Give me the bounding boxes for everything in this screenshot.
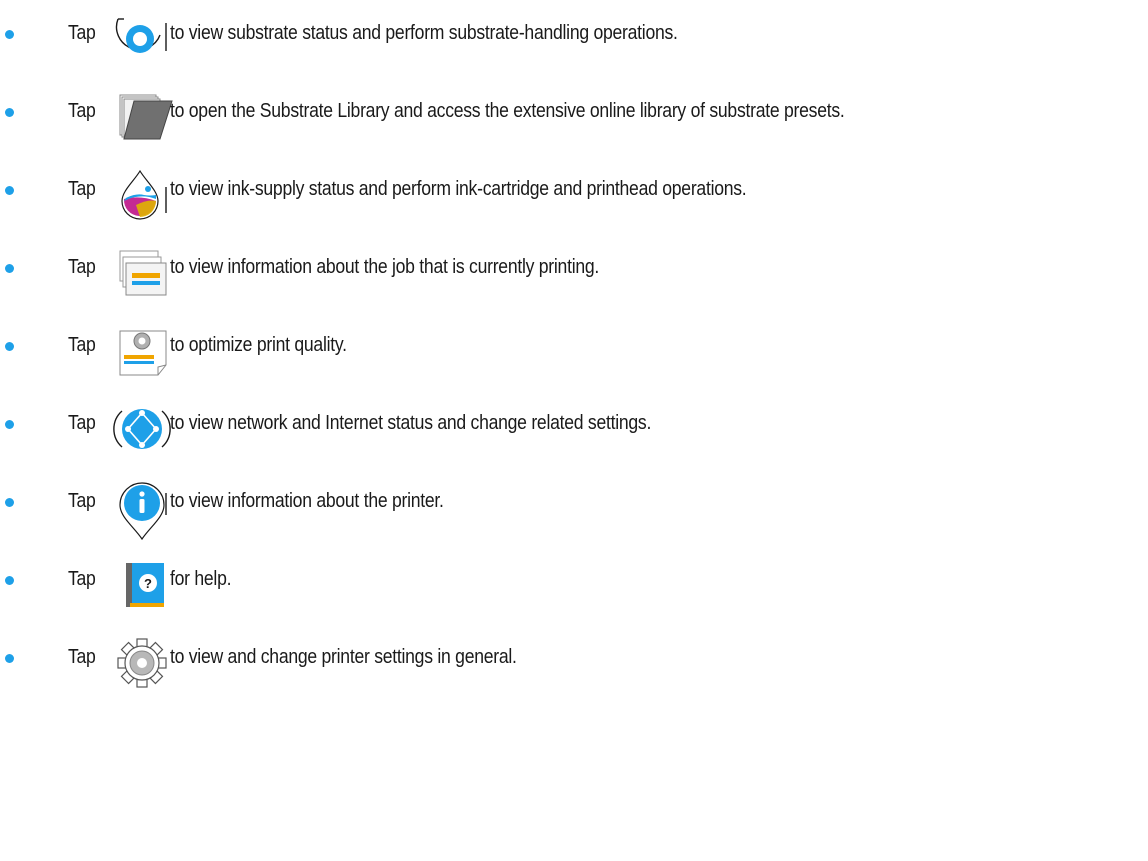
network-globe-icon bbox=[110, 403, 174, 455]
info-icon bbox=[110, 481, 174, 541]
print-quality-icon bbox=[110, 325, 174, 377]
tap-label: Tap bbox=[68, 334, 96, 356]
bullet bbox=[5, 30, 14, 39]
tap-label: Tap bbox=[68, 568, 96, 590]
substrate-roll-icon bbox=[110, 13, 174, 65]
item-description: to view substrate status and perform sub… bbox=[170, 22, 678, 44]
tap-label: Tap bbox=[68, 412, 96, 434]
bullet bbox=[5, 186, 14, 195]
list-item: Tap to view substrate status and perform… bbox=[0, 0, 1148, 70]
item-description: to view network and Internet status and … bbox=[170, 412, 652, 434]
list-item: Tap to view ink-supply status and perfor… bbox=[0, 156, 1148, 226]
item-description: to view and change printer settings in g… bbox=[170, 646, 517, 668]
item-description: to open the Substrate Library and access… bbox=[170, 100, 845, 122]
list-item: Tap to view network and Internet status … bbox=[0, 390, 1148, 460]
list-item: Tap ? for help. bbox=[0, 546, 1148, 616]
tap-label: Tap bbox=[68, 490, 96, 512]
item-description: to view ink-supply status and perform in… bbox=[170, 178, 747, 200]
item-description: to view information about the job that i… bbox=[170, 256, 600, 278]
tap-label: Tap bbox=[68, 256, 96, 278]
item-description: to view information about the printer. bbox=[170, 490, 444, 512]
settings-gear-icon bbox=[110, 637, 174, 689]
tap-label: Tap bbox=[68, 646, 96, 668]
list-item: Tap to optimize print quality. bbox=[0, 312, 1148, 382]
substrate-library-folder-icon bbox=[110, 91, 174, 143]
bullet bbox=[5, 576, 14, 585]
bullet bbox=[5, 264, 14, 273]
tap-label: Tap bbox=[68, 22, 96, 44]
bullet bbox=[5, 342, 14, 351]
tap-label: Tap bbox=[68, 100, 96, 122]
bullet bbox=[5, 498, 14, 507]
bullet bbox=[5, 108, 14, 117]
svg-text:?: ? bbox=[144, 576, 152, 591]
ink-drop-icon bbox=[110, 169, 174, 221]
list-item: Tap to view and change printer settings … bbox=[0, 624, 1148, 694]
tap-label: Tap bbox=[68, 178, 96, 200]
help-book-icon: ? bbox=[110, 559, 174, 611]
item-description: to optimize print quality. bbox=[170, 334, 347, 356]
bullet bbox=[5, 420, 14, 429]
bullet bbox=[5, 654, 14, 663]
item-description: for help. bbox=[170, 568, 232, 590]
list-item: Tap to view information about the job th… bbox=[0, 234, 1148, 304]
job-queue-icon bbox=[110, 247, 174, 299]
list-item: Tap to open the Substrate Library and ac… bbox=[0, 78, 1148, 148]
list-item: Tap to view information about the printe… bbox=[0, 468, 1148, 541]
